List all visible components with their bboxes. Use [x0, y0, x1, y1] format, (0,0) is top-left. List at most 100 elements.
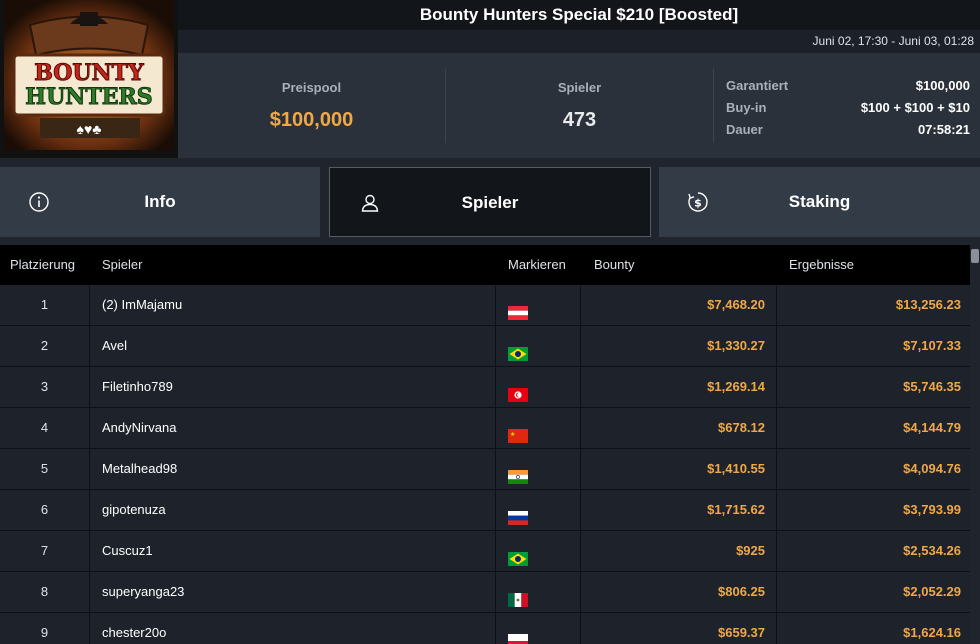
cell-player[interactable]: Metalhead98: [102, 449, 177, 488]
tab-spieler[interactable]: Spieler: [329, 167, 651, 237]
svg-text:★: ★: [510, 431, 515, 438]
cell-divider: [776, 367, 777, 407]
cell-bounty: $659.37: [718, 625, 765, 640]
info-row-duration: Dauer 07:58:21: [726, 119, 970, 141]
cell-divider: [89, 572, 90, 612]
flag-icon-mexico: [508, 583, 528, 607]
table-row[interactable]: 6 gipotenuza $1,715.62 $3,793.99: [0, 490, 970, 531]
tab-bar: Info Spieler $ Staking: [0, 167, 980, 237]
table-row[interactable]: 1 (2) ImMajamu $7,468.20 $13,256.23: [0, 285, 970, 326]
cell-divider: [89, 531, 90, 571]
cell-divider: [580, 326, 581, 366]
cell-rank: 1: [40, 297, 49, 312]
tab-info[interactable]: Info: [0, 167, 320, 237]
table-row[interactable]: 5 Metalhead98 $1,410.55 $4,094.76: [0, 449, 970, 490]
cell-player[interactable]: Cuscuz1: [102, 531, 153, 570]
cell-divider: [495, 285, 496, 325]
logo-text-hunters: HUNTERS: [25, 84, 152, 110]
header-bounty[interactable]: Bounty: [594, 245, 634, 285]
cell-divider: [495, 326, 496, 366]
cell-divider: [89, 285, 90, 325]
scrollbar[interactable]: [970, 245, 980, 644]
cell-bounty: $1,410.55: [707, 461, 765, 476]
flag-icon-tunisia: [508, 378, 528, 402]
players-value: 473: [562, 109, 597, 131]
cell-divider: [89, 367, 90, 407]
scrollbar-thumb[interactable]: [971, 249, 979, 263]
players-stat: Spieler 473: [446, 53, 713, 158]
cell-result: $3,793.99: [903, 502, 961, 517]
cell-player[interactable]: (2) ImMajamu: [102, 285, 182, 324]
cell-divider: [776, 285, 777, 325]
cell-divider: [580, 531, 581, 571]
cell-result: $2,534.26: [903, 543, 961, 558]
cell-rank: 2: [40, 338, 49, 353]
table-row[interactable]: 2 Avel $1,330.27 $7,107.33: [0, 326, 970, 367]
cell-bounty: $806.25: [718, 584, 765, 599]
cell-player[interactable]: Filetinho789: [102, 367, 173, 406]
header-rank[interactable]: Platzierung: [10, 245, 75, 285]
logo-text-bounty: BOUNTY: [34, 60, 144, 86]
cell-divider: [89, 613, 90, 644]
table-row[interactable]: 3 Filetinho789 $1,269.14 $5,746.35: [0, 367, 970, 408]
cell-divider: [776, 490, 777, 530]
cell-divider: [580, 613, 581, 644]
cell-divider: [495, 367, 496, 407]
prizepool-stat: Preispool $100,000: [178, 53, 445, 158]
cell-divider: [89, 449, 90, 489]
cell-bounty: $7,468.20: [707, 297, 765, 312]
cell-divider: [495, 572, 496, 612]
info-label: Buy-in: [726, 100, 767, 115]
table-row[interactable]: 4 AndyNirvana ★ $678.12 $4,144.79: [0, 408, 970, 449]
cell-divider: [495, 613, 496, 644]
table-row[interactable]: 8 superyanga23 $806.25 $2,052.29: [0, 572, 970, 613]
cell-bounty: $1,330.27: [707, 338, 765, 353]
info-row-buyin: Buy-in $100 + $100 + $10: [726, 97, 970, 119]
cell-bounty: $1,715.62: [707, 502, 765, 517]
tab-staking[interactable]: $ Staking: [659, 167, 980, 237]
table-header: Platzierung Spieler Markieren Bounty Erg…: [0, 245, 970, 285]
tournament-logo: BOUNTY HUNTERS ♠♥♣: [0, 0, 178, 158]
cell-player[interactable]: Avel: [102, 326, 127, 365]
info-label: Garantiert: [726, 78, 789, 93]
cell-rank: 3: [40, 379, 49, 394]
prizepool-value: $100,000: [269, 109, 354, 131]
cell-bounty: $1,269.14: [707, 379, 765, 394]
info-row-guaranteed: Garantiert $100,000: [726, 75, 970, 97]
cell-rank: 8: [40, 584, 49, 599]
table-body: 1 (2) ImMajamu $7,468.20 $13,256.23 2 Av…: [0, 285, 970, 644]
stats-panel: Preispool $100,000 Spieler 473 Garantier…: [178, 53, 980, 158]
cell-rank: 4: [40, 420, 49, 435]
cell-rank: 6: [40, 502, 49, 517]
table-row[interactable]: 9 chester20o $659.37 $1,624.16: [0, 613, 970, 644]
cell-player[interactable]: superyanga23: [102, 572, 184, 611]
header-player[interactable]: Spieler: [102, 245, 142, 285]
cell-divider: [776, 326, 777, 366]
cell-bounty: $925: [736, 543, 765, 558]
tab-label: Info: [144, 192, 176, 211]
cell-divider: [580, 449, 581, 489]
cell-rank: 5: [40, 461, 49, 476]
prizepool-label: Preispool: [281, 80, 342, 95]
players-label: Spieler: [557, 80, 602, 95]
cell-player[interactable]: chester20o: [102, 613, 166, 644]
flag-icon-india: [508, 460, 528, 484]
cell-player[interactable]: AndyNirvana: [102, 408, 176, 447]
info-value: $100 + $100 + $10: [860, 100, 970, 115]
cell-result: $13,256.23: [895, 297, 961, 312]
cell-divider: [495, 531, 496, 571]
cell-divider: [776, 613, 777, 644]
cell-player[interactable]: gipotenuza: [102, 490, 166, 529]
header-flag[interactable]: Markieren: [508, 245, 566, 285]
cell-result: $5,746.35: [903, 379, 961, 394]
flag-icon-brazil: [508, 542, 528, 566]
dates-text: Juni 02, 17:30 - Juni 03, 01:28: [812, 34, 974, 48]
cell-divider: [89, 326, 90, 366]
cell-divider: [89, 408, 90, 448]
header-result[interactable]: Ergebnisse: [789, 245, 854, 285]
table-row[interactable]: 7 Cuscuz1 $925 $2,534.26: [0, 531, 970, 572]
flag-icon-china: ★: [508, 419, 528, 443]
cell-divider: [495, 408, 496, 448]
cell-divider: [776, 408, 777, 448]
cell-rank: 7: [40, 543, 49, 558]
